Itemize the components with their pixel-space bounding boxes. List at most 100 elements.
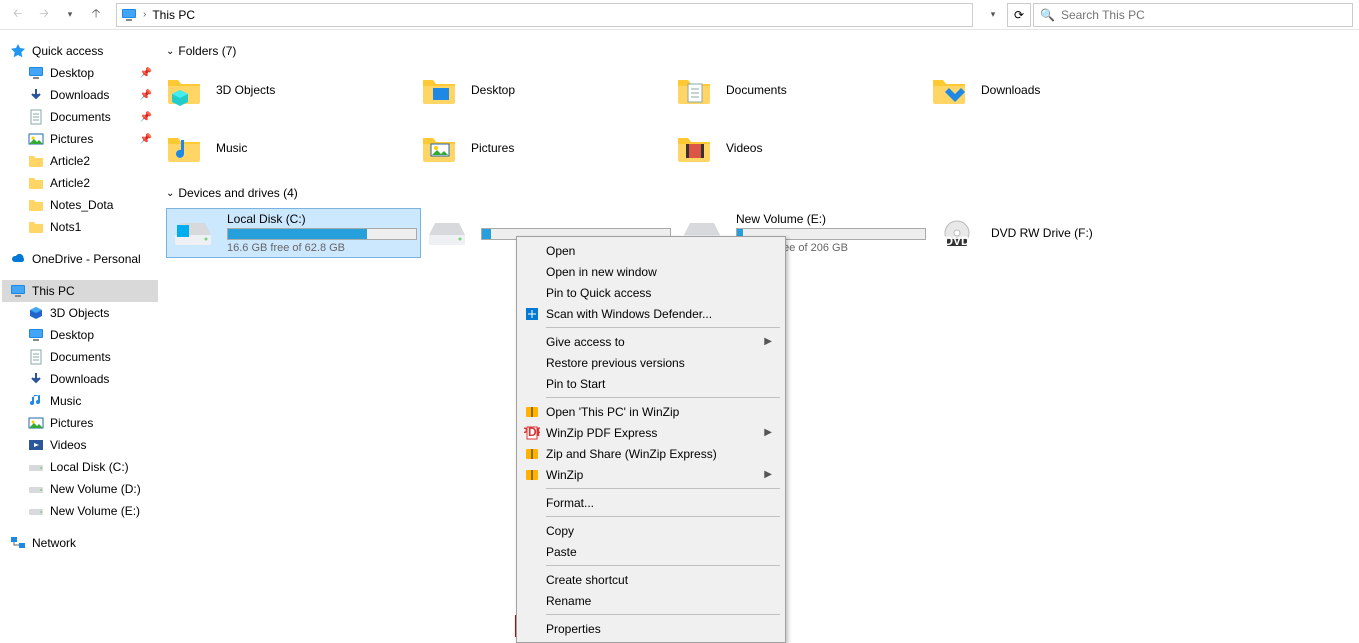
menu-create-shortcut[interactable]: Create shortcut (520, 569, 782, 590)
folder-label: Pictures (471, 141, 514, 155)
menu-give-access-to[interactable]: Give access to▶ (520, 331, 782, 352)
drive-icon (173, 219, 213, 247)
menu-separator (546, 565, 780, 566)
menu-item-label: WinZip (546, 468, 583, 482)
drive-label: New Volume (E:) (736, 212, 926, 226)
folder-desktop[interactable]: Desktop (421, 66, 676, 114)
folder-icon (931, 72, 967, 108)
breadcrumb-location[interactable]: This PC (152, 8, 195, 22)
sidebar-item-documents[interactable]: Documents (2, 346, 158, 368)
drive-label: DVD RW Drive (F:) (991, 226, 1093, 240)
menu-winzip-pdf-express[interactable]: PDFWinZip PDF Express▶ (520, 422, 782, 443)
sidebar-item-pictures[interactable]: Pictures (2, 412, 158, 434)
svg-text:PDF: PDF (524, 425, 540, 439)
back-button[interactable]: 🡠 (6, 3, 30, 27)
menu-item-label: Create shortcut (546, 573, 628, 587)
folder-label: Videos (726, 141, 762, 155)
menu-pin-to-quick-access[interactable]: Pin to Quick access (520, 282, 782, 303)
chevron-down-icon: ⌄ (166, 46, 174, 57)
folder-downloads[interactable]: Downloads (931, 66, 1186, 114)
menu-paste[interactable]: Paste (520, 541, 782, 562)
drive-local-disk-c-[interactable]: Local Disk (C:) 16.6 GB free of 62.8 GB (166, 208, 421, 258)
folder-label: Music (216, 141, 247, 155)
refresh-button[interactable]: ⟳ (1007, 3, 1031, 27)
sidebar-item-article2[interactable]: Article2 (2, 172, 158, 194)
sidebar-item-3d-objects[interactable]: 3D Objects (2, 302, 158, 324)
forward-button[interactable]: 🡢 (32, 3, 56, 27)
drive-dvd-rw-drive-f-[interactable]: DVD RW Drive (F:) (931, 208, 1186, 258)
sidebar-network[interactable]: Network (2, 532, 158, 554)
menu-copy[interactable]: Copy (520, 520, 782, 541)
pic-icon (28, 415, 44, 431)
sidebar-item-new-volume-e-[interactable]: New Volume (E:) (2, 500, 158, 522)
menu-properties[interactable]: Properties (520, 618, 782, 639)
address-bar[interactable]: › This PC (116, 3, 973, 27)
sidebar-onedrive[interactable]: OneDrive - Personal (2, 248, 158, 270)
sidebar-item-article2[interactable]: Article2 (2, 150, 158, 172)
menu-open[interactable]: Open (520, 240, 782, 261)
monitor-sm-icon (28, 65, 44, 81)
folder-3d-objects[interactable]: 3D Objects (166, 66, 421, 114)
drive-label: Local Disk (C:) (227, 212, 417, 226)
folder-icon (676, 130, 712, 166)
address-dropdown[interactable]: ▾ (981, 3, 1005, 27)
music-icon (28, 393, 44, 409)
sidebar-item-pictures[interactable]: Pictures📌 (2, 128, 158, 150)
folder-label: Desktop (471, 83, 515, 97)
sidebar-item-music[interactable]: Music (2, 390, 158, 412)
pin-icon: 📌 (140, 68, 152, 79)
folders-group-header[interactable]: ⌄Folders (7) (166, 44, 1353, 58)
sidebar-item-downloads[interactable]: Downloads (2, 368, 158, 390)
folder-music[interactable]: Music (166, 124, 421, 172)
drive-sm-icon (28, 459, 44, 475)
folder-videos[interactable]: Videos (676, 124, 931, 172)
menu-restore-previous-versions[interactable]: Restore previous versions (520, 352, 782, 373)
menu-item-label: Scan with Windows Defender... (546, 307, 712, 321)
sidebar-quick-access[interactable]: Quick access (2, 40, 158, 62)
recent-dropdown[interactable]: ▾ (58, 3, 82, 27)
sidebar-item-nots1[interactable]: Nots1 (2, 216, 158, 238)
folder-icon (166, 72, 202, 108)
folder-label: Documents (726, 83, 787, 97)
search-input[interactable] (1061, 8, 1346, 22)
drive-icon (427, 219, 467, 247)
menu-open-in-new-window[interactable]: Open in new window (520, 261, 782, 282)
menu-item-label: WinZip PDF Express (546, 426, 657, 440)
sidebar-item-desktop[interactable]: Desktop (2, 324, 158, 346)
menu-pin-to-start[interactable]: Pin to Start (520, 373, 782, 394)
sidebar-item-notes_dota[interactable]: Notes_Dota (2, 194, 158, 216)
menu-winzip[interactable]: WinZip▶ (520, 464, 782, 485)
down-icon (28, 371, 44, 387)
drive-sm-icon (28, 503, 44, 519)
sidebar-item-downloads[interactable]: Downloads📌 (2, 84, 158, 106)
search-icon: 🔍 (1040, 8, 1055, 22)
winzip-icon (524, 467, 540, 483)
drive-sm-icon (28, 481, 44, 497)
drives-group-header[interactable]: ⌄Devices and drives (4) (166, 186, 1353, 200)
sidebar-item-videos[interactable]: Videos (2, 434, 158, 456)
sidebar-item-documents[interactable]: Documents📌 (2, 106, 158, 128)
up-button[interactable]: 🡡 (84, 3, 108, 27)
doc-icon (28, 109, 44, 125)
sidebar-item-desktop[interactable]: Desktop📌 (2, 62, 158, 84)
folder-pictures[interactable]: Pictures (421, 124, 676, 172)
winzip-icon (524, 446, 540, 462)
menu-rename[interactable]: Rename (520, 590, 782, 611)
sidebar-item-new-volume-d-[interactable]: New Volume (D:) (2, 478, 158, 500)
menu-item-label: Open (546, 244, 575, 258)
menu-item-label: Zip and Share (WinZip Express) (546, 447, 717, 461)
menu-scan-with-windows-defender-[interactable]: Scan with Windows Defender... (520, 303, 782, 324)
menu-format-[interactable]: Format... (520, 492, 782, 513)
search-box[interactable]: 🔍 (1033, 3, 1353, 27)
menu-zip-and-share-winzip-express-[interactable]: Zip and Share (WinZip Express) (520, 443, 782, 464)
doc-icon (28, 349, 44, 365)
menu-separator (546, 614, 780, 615)
folder-documents[interactable]: Documents (676, 66, 931, 114)
sidebar-this-pc[interactable]: This PC (2, 280, 158, 302)
drive-free-text: 16.6 GB free of 62.8 GB (227, 242, 417, 254)
pin-icon: 📌 (140, 90, 152, 101)
3d-icon (28, 305, 44, 321)
menu-open-this-pc-in-winzip[interactable]: Open 'This PC' in WinZip (520, 401, 782, 422)
menu-item-label: Format... (546, 496, 594, 510)
sidebar-item-local-disk-c-[interactable]: Local Disk (C:) (2, 456, 158, 478)
